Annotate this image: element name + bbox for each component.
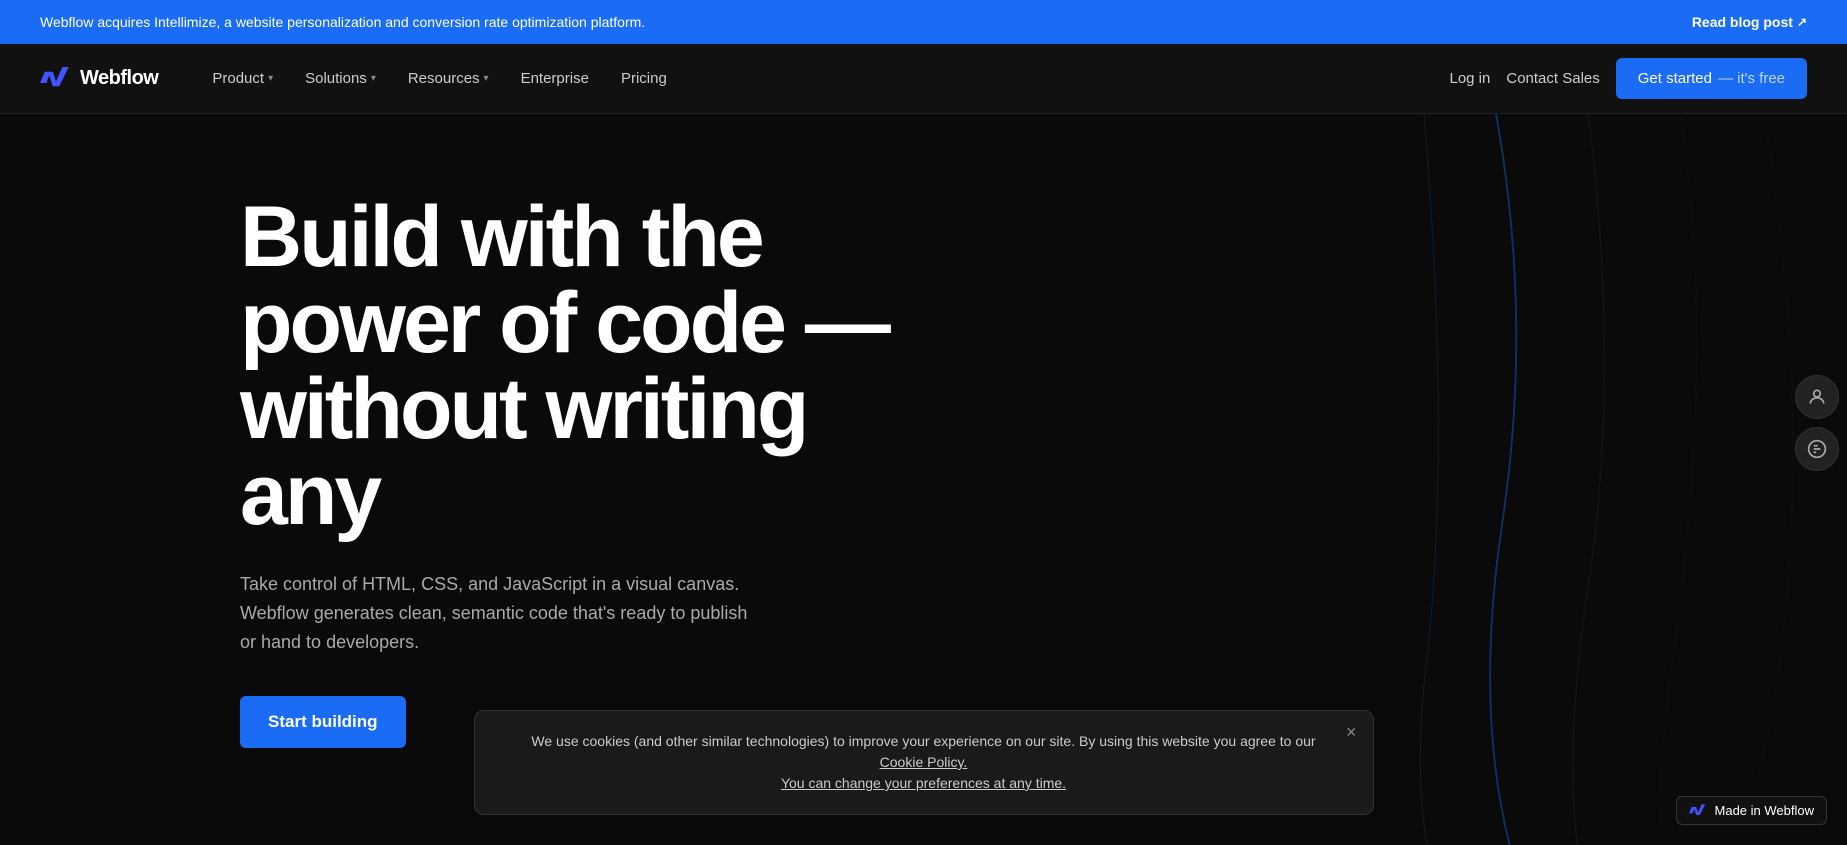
webflow-logo-icon (40, 63, 72, 95)
cookie-close-button[interactable]: × (1346, 723, 1357, 741)
nav-right: Log in Contact Sales Get started — it's … (1449, 58, 1807, 99)
resources-chevron-icon: ▾ (484, 73, 489, 84)
start-building-button[interactable]: Start building (240, 696, 406, 748)
contact-sales-link[interactable]: Contact Sales (1506, 70, 1599, 87)
hero-subtitle: Take control of HTML, CSS, and JavaScrip… (240, 570, 760, 656)
chat-icon (1807, 439, 1827, 459)
get-started-suffix: — it's free (1718, 70, 1785, 87)
nav-enterprise[interactable]: Enterprise (507, 62, 603, 95)
cookie-preferences-link[interactable]: You can change your preferences at any t… (781, 775, 1066, 791)
nav-links: Product ▾ Solutions ▾ Resources ▾ Enterp… (198, 62, 1449, 95)
nav-pricing[interactable]: Pricing (607, 62, 681, 95)
avatar-button[interactable] (1795, 375, 1839, 419)
chat-button[interactable] (1795, 427, 1839, 471)
logo-text: Webflow (80, 67, 158, 90)
nav-solutions[interactable]: Solutions ▾ (291, 62, 390, 95)
webflow-badge-icon (1689, 804, 1707, 818)
logo-link[interactable]: Webflow (40, 63, 158, 95)
cookie-banner: × We use cookies (and other similar tech… (474, 710, 1374, 815)
nav-product[interactable]: Product ▾ (198, 62, 287, 95)
hero-content: Build with the power of code — without w… (240, 194, 940, 748)
login-link[interactable]: Log in (1449, 70, 1490, 87)
get-started-button[interactable]: Get started — it's free (1616, 58, 1807, 99)
get-started-label: Get started (1638, 70, 1712, 87)
cookie-text: We use cookies (and other similar techno… (531, 733, 1315, 749)
solutions-chevron-icon: ▾ (371, 73, 376, 84)
hero-title: Build with the power of code — without w… (240, 194, 940, 538)
nav-resources[interactable]: Resources ▾ (394, 62, 503, 95)
made-in-webflow-label: Made in Webflow (1715, 803, 1814, 818)
cookie-policy-link[interactable]: Cookie Policy. (880, 754, 968, 770)
person-icon (1807, 387, 1827, 407)
floating-right-buttons (1795, 375, 1847, 471)
announcement-bar: Webflow acquires Intellimize, a website … (0, 0, 1847, 44)
product-chevron-icon: ▾ (268, 73, 273, 84)
navbar: Webflow Product ▾ Solutions ▾ Resources … (0, 44, 1847, 114)
announcement-text: Webflow acquires Intellimize, a website … (40, 14, 645, 30)
announcement-cta[interactable]: Read blog post (1692, 14, 1807, 30)
made-in-webflow-badge[interactable]: Made in Webflow (1676, 796, 1827, 825)
